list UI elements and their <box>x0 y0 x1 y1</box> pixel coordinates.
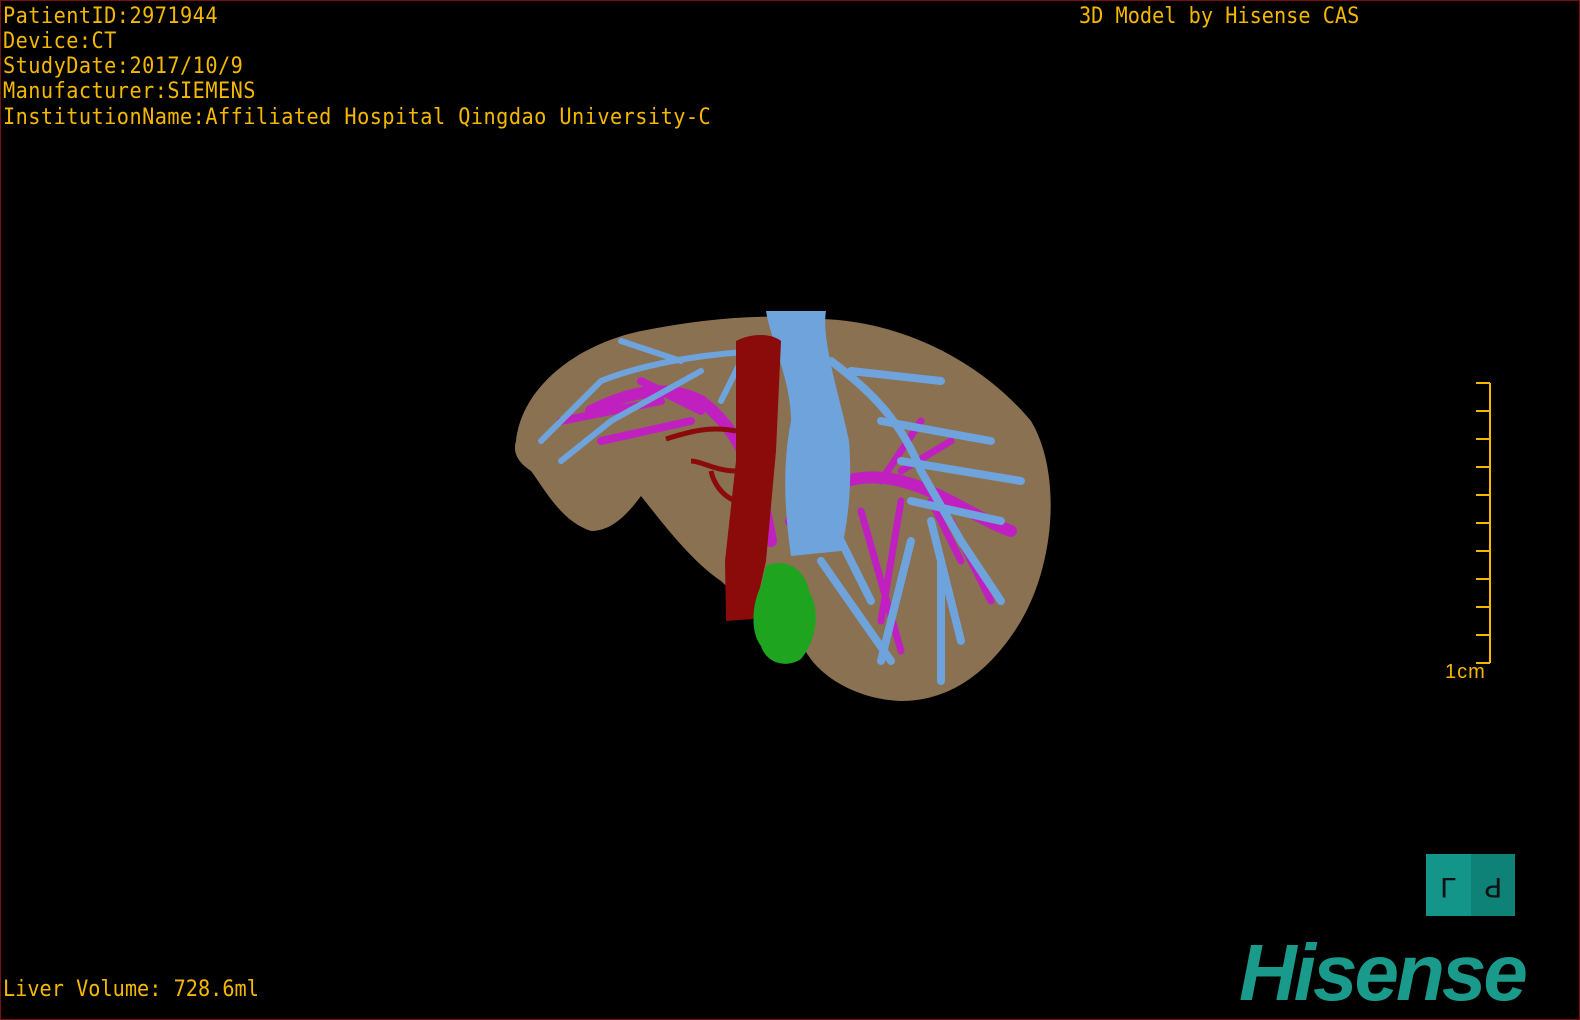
model-credit: 3D Model by Hisense CAS <box>1079 4 1360 29</box>
study-date: StudyDate:2017/10/9 <box>3 54 244 79</box>
scale-bar <box>1476 382 1491 664</box>
institution-name: InstitutionName:Affiliated Hospital Qing… <box>3 105 712 130</box>
patient-id: PatientID:2971944 <box>3 4 218 29</box>
cube-face-right: P <box>1470 854 1515 916</box>
manufacturer: Manufacturer:SIEMENS <box>3 79 256 104</box>
liver-volume: Liver Volume: 728.6ml <box>3 977 259 1002</box>
orientation-cube[interactable]: L P <box>1426 854 1515 916</box>
device: Device:CT <box>3 29 117 54</box>
cube-face-left: L <box>1426 854 1471 916</box>
hisense-logo: Hisense <box>1239 928 1528 1017</box>
liver-3d-model[interactable] <box>1 1 1579 1019</box>
scale-label: 1cm <box>1445 661 1486 683</box>
3d-viewport[interactable]: PatientID:2971944 Device:CT StudyDate:20… <box>0 0 1580 1020</box>
